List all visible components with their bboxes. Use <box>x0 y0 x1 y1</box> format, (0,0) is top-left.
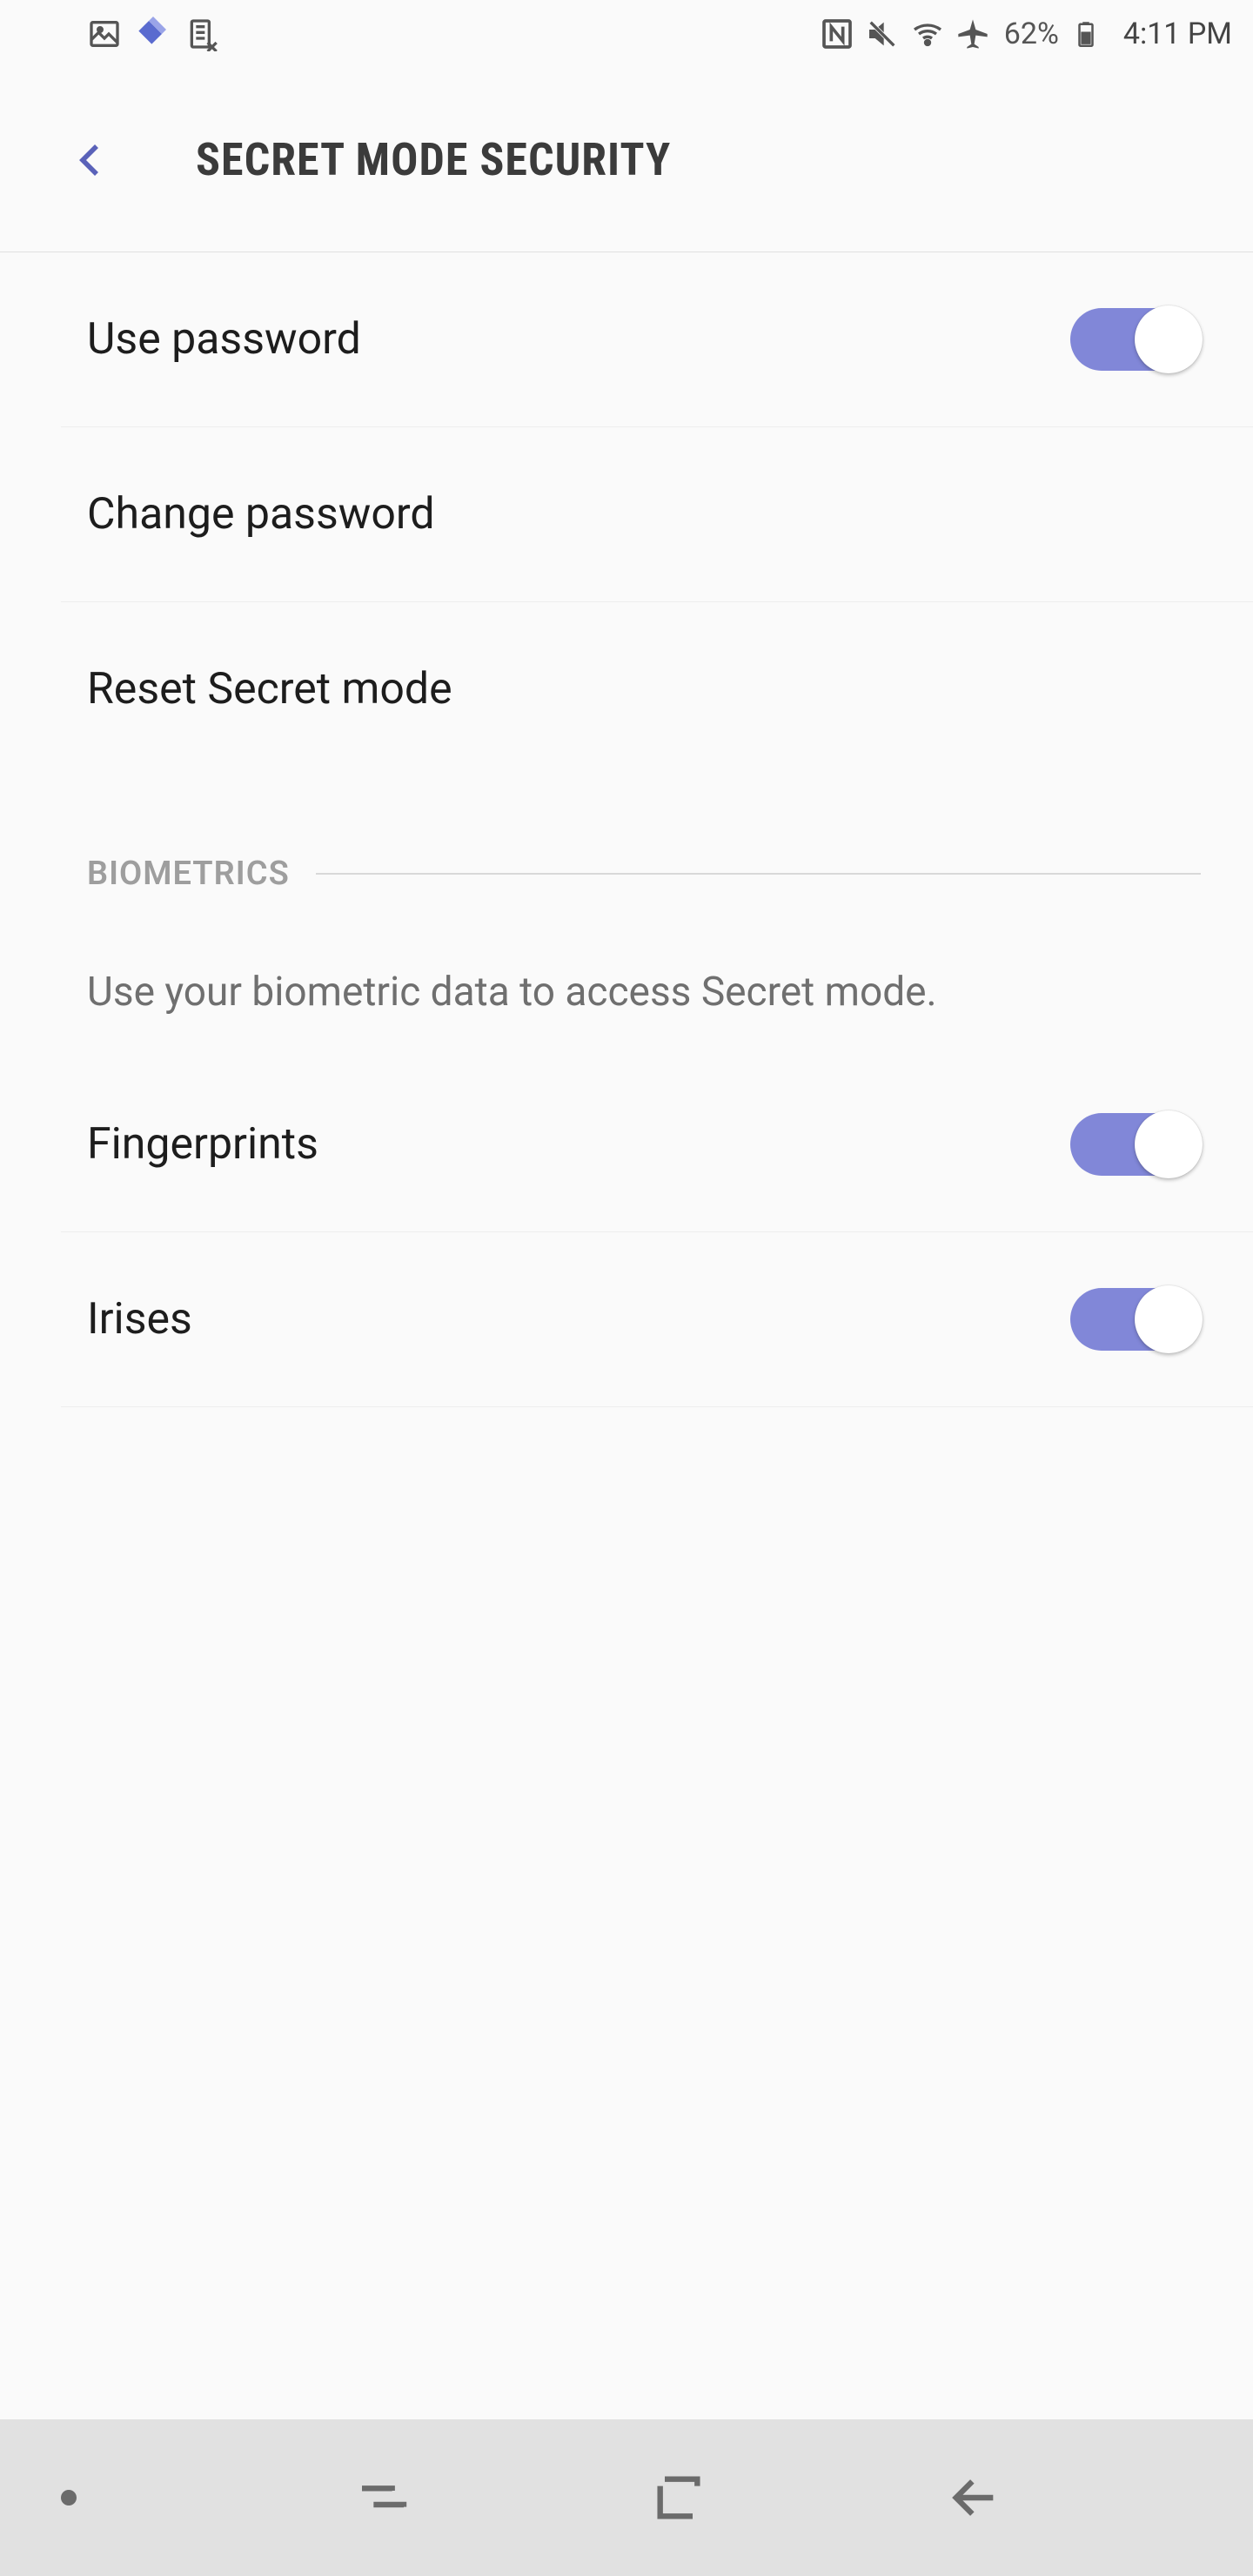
home-button[interactable] <box>644 2463 714 2532</box>
battery-percentage: 62% <box>1004 17 1059 51</box>
airplane-mode-icon <box>955 17 990 51</box>
status-bar-left <box>87 17 219 51</box>
irises-row[interactable]: Irises <box>0 1232 1253 1406</box>
biometrics-description: Use your biometric data to access Secret… <box>0 910 1253 1057</box>
app-bar: SECRET MODE SECURITY <box>0 68 1253 252</box>
arrow-left-icon <box>947 2470 1002 2526</box>
back-button[interactable] <box>65 134 117 186</box>
reset-secret-mode-row[interactable]: Reset Secret mode <box>0 602 1253 776</box>
recents-button[interactable] <box>348 2463 418 2532</box>
fingerprints-label: Fingerprints <box>87 1119 318 1170</box>
recents-icon <box>355 2470 411 2526</box>
biometrics-header-label: BIOMETRICS <box>87 855 290 893</box>
gallery-icon <box>87 17 122 51</box>
wifi-icon <box>910 17 945 51</box>
use-password-row[interactable]: Use password <box>0 252 1253 426</box>
settings-content: Use password Change password Reset Secre… <box>0 252 1253 1442</box>
fingerprints-row[interactable]: Fingerprints <box>0 1057 1253 1231</box>
toggle-thumb <box>1135 305 1203 373</box>
battery-icon <box>1073 17 1108 51</box>
home-icon <box>651 2470 707 2526</box>
fingerprints-toggle[interactable] <box>1070 1113 1201 1176</box>
use-password-toggle[interactable] <box>1070 308 1201 371</box>
status-bar: 62% 4:11 PM <box>0 0 1253 68</box>
irises-toggle[interactable] <box>1070 1288 1201 1351</box>
status-bar-right: 62% 4:11 PM <box>820 17 1232 51</box>
change-password-label: Change password <box>87 489 435 540</box>
chevron-left-icon <box>70 139 112 181</box>
sim-error-icon <box>184 17 219 51</box>
irises-label: Irises <box>87 1294 192 1345</box>
mute-icon <box>865 17 900 51</box>
status-bar-time: 4:11 PM <box>1123 17 1232 51</box>
nfc-icon <box>820 17 854 51</box>
nav-back-button[interactable] <box>940 2463 1009 2532</box>
section-header-line <box>316 873 1201 875</box>
biometrics-section-header: BIOMETRICS <box>0 776 1253 910</box>
divider <box>61 1406 1253 1407</box>
toggle-thumb <box>1135 1110 1203 1178</box>
reset-secret-mode-label: Reset Secret mode <box>87 664 452 714</box>
change-password-row[interactable]: Change password <box>0 427 1253 601</box>
use-password-label: Use password <box>87 314 361 365</box>
navigation-bar <box>0 2419 1253 2576</box>
nav-indicator-icon <box>61 2490 77 2506</box>
toggle-thumb <box>1135 1285 1203 1353</box>
tag-icon <box>136 17 171 51</box>
page-title: SECRET MODE SECURITY <box>196 133 671 186</box>
